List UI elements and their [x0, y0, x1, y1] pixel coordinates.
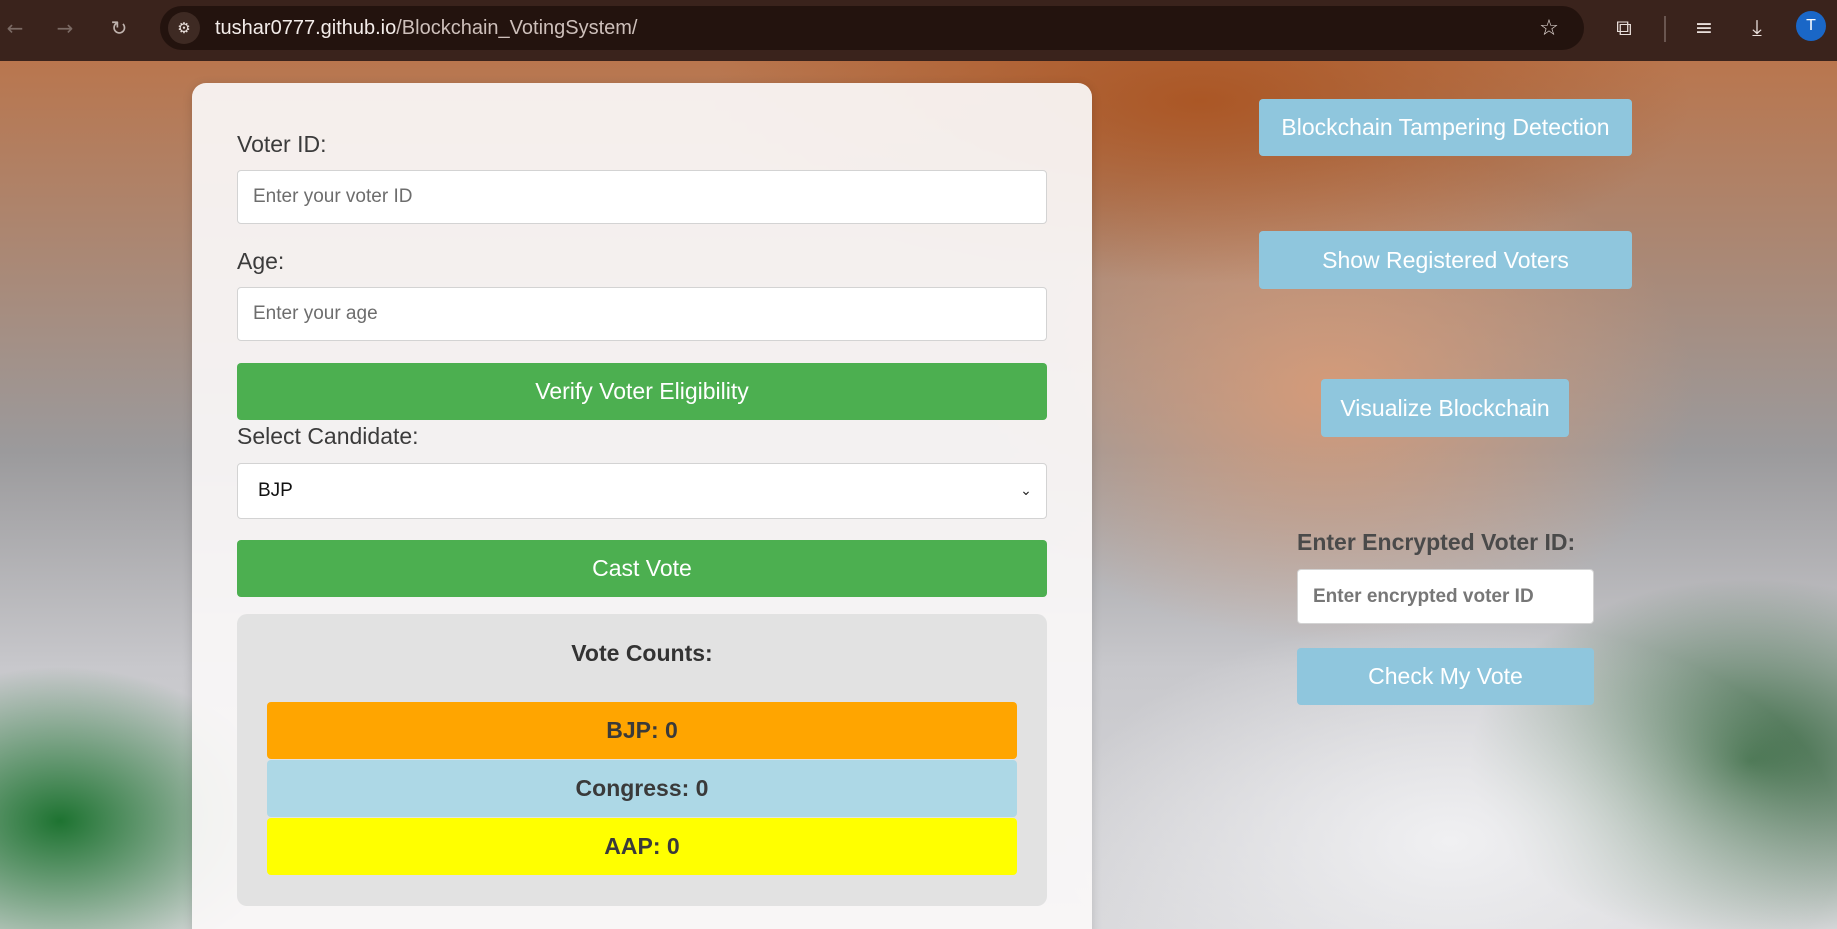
vote-count-congress: Congress: 0	[267, 760, 1017, 817]
reload-icon[interactable]: ↻	[104, 13, 134, 43]
check-my-vote-button[interactable]: Check My Vote	[1297, 648, 1594, 705]
back-arrow-icon[interactable]: ←	[0, 13, 30, 43]
bookmark-star-icon[interactable]: ☆	[1534, 13, 1564, 43]
encrypted-voter-id-input[interactable]: Enter encrypted voter ID	[1297, 569, 1594, 624]
encrypted-voter-id-label: Enter Encrypted Voter ID:	[1297, 529, 1576, 555]
candidate-select[interactable]: BJP ⌄	[237, 463, 1047, 519]
voting-form-card: Voter ID: Enter your voter ID Age: Enter…	[192, 83, 1092, 929]
url-host: tushar0777.github.io	[215, 17, 397, 39]
chevron-down-icon: ⌄	[1020, 483, 1032, 499]
profile-avatar[interactable]: T	[1796, 11, 1826, 41]
extensions-puzzle-icon[interactable]: ⧉	[1607, 11, 1641, 45]
candidate-selected-value: BJP	[258, 480, 293, 501]
browser-toolbar: ← → ↻ ⚙ tushar0777.github.io/Blockchain_…	[0, 0, 1837, 61]
voter-id-label: Voter ID:	[237, 131, 327, 157]
vote-count-bjp: BJP: 0	[267, 702, 1017, 759]
cast-vote-button[interactable]: Cast Vote	[237, 540, 1047, 597]
vote-count-aap: AAP: 0	[267, 818, 1017, 875]
address-bar[interactable]: ⚙ tushar0777.github.io/Blockchain_Voting…	[160, 6, 1584, 50]
toolbar-divider	[1664, 16, 1666, 42]
vote-counts-panel: Vote Counts: BJP: 0 Congress: 0 AAP: 0	[237, 614, 1047, 906]
page-background: Voter ID: Enter your voter ID Age: Enter…	[0, 61, 1837, 929]
age-label: Age:	[237, 248, 285, 274]
forward-arrow-icon[interactable]: →	[50, 13, 80, 43]
site-info-icon[interactable]: ⚙	[168, 12, 200, 44]
age-input[interactable]: Enter your age	[237, 287, 1047, 341]
tampering-detection-button[interactable]: Blockchain Tampering Detection	[1259, 99, 1632, 156]
voter-id-input[interactable]: Enter your voter ID	[237, 170, 1047, 224]
url-text[interactable]: tushar0777.github.io/Blockchain_VotingSy…	[215, 6, 638, 50]
visualize-blockchain-button[interactable]: Visualize Blockchain	[1321, 379, 1569, 437]
media-playlist-icon[interactable]: ≡	[1687, 11, 1721, 45]
download-icon[interactable]: ⤓	[1740, 11, 1774, 45]
vote-counts-title: Vote Counts:	[571, 640, 713, 666]
verify-eligibility-button[interactable]: Verify Voter Eligibility	[237, 363, 1047, 420]
show-registered-voters-button[interactable]: Show Registered Voters	[1259, 231, 1632, 289]
url-path: /Blockchain_VotingSystem/	[396, 17, 638, 39]
select-candidate-label: Select Candidate:	[237, 423, 419, 449]
